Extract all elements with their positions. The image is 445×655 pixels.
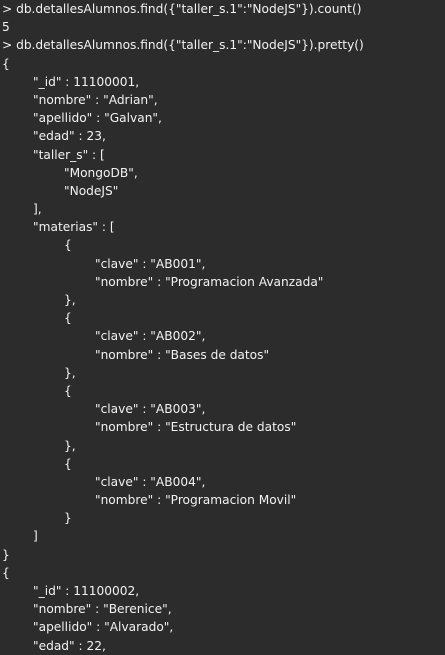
output-line: "nombre" : "Berenice",	[2, 602, 172, 617]
output-line: "MongoDB",	[2, 165, 138, 180]
output-line: "clave" : "AB002",	[2, 329, 206, 344]
output-line: "clave" : "AB001",	[2, 256, 206, 271]
output-line: }	[2, 547, 10, 562]
output-line: "apellido" : "Galvan",	[2, 111, 162, 126]
output-line: ]	[2, 529, 38, 544]
output-line: "taller_s" : [	[2, 147, 105, 162]
output-line: "clave" : "AB004",	[2, 474, 206, 489]
output-line: "nombre" : "Estructura de datos"	[2, 420, 297, 435]
output-line: "materias" : [	[2, 220, 115, 235]
output-line: }	[2, 511, 72, 526]
output-line: {	[2, 383, 72, 398]
output-line: {	[2, 238, 72, 253]
output-line: {	[2, 565, 10, 580]
output-line: },	[2, 293, 76, 307]
output-line: {	[2, 56, 10, 71]
output-line: "_id" : 11100001,	[2, 74, 140, 89]
output-line: {	[2, 456, 72, 471]
output-line: "edad" : 23,	[2, 129, 106, 144]
output-line: "edad" : 22,	[2, 638, 106, 653]
output-line: "nombre" : "Adrian",	[2, 92, 158, 107]
output-line: },	[2, 365, 76, 380]
output-line: "nombre" : "Programacion Avanzada"	[2, 274, 324, 289]
output-line: },	[2, 438, 76, 453]
output-line: "nombre" : "Programacion Movil"	[2, 493, 297, 508]
terminal-output[interactable]: > db.detallesAlumnos.find({"taller_s.1":…	[0, 0, 445, 653]
output-line: "apellido" : "Alvarado",	[2, 620, 174, 635]
count-result: 5	[2, 20, 10, 35]
output-line: "nombre" : "Bases de datos"	[2, 347, 270, 362]
output-line: ],	[2, 202, 42, 217]
output-line: "_id" : 11100002,	[2, 584, 140, 598]
command-line-count: > db.detallesAlumnos.find({"taller_s.1":…	[2, 2, 362, 16]
output-line: "NodeJS"	[2, 183, 119, 198]
command-line-pretty: > db.detallesAlumnos.find({"taller_s.1":…	[2, 38, 364, 53]
output-line: {	[2, 311, 72, 326]
output-line: "clave" : "AB003",	[2, 402, 206, 417]
